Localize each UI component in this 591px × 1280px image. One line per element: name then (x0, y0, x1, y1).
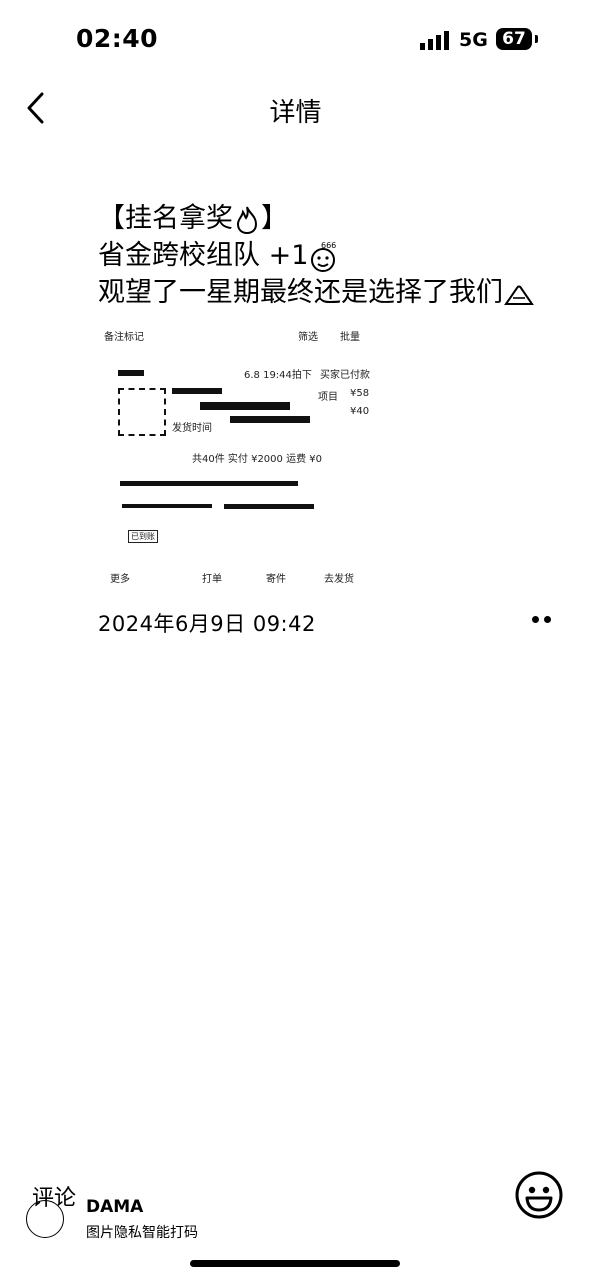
post-line-1-end: 】 (261, 203, 288, 234)
emoji-icon[interactable] (514, 1170, 564, 1220)
redaction (120, 481, 298, 486)
shot-btn-more: 更多 (110, 574, 130, 585)
shot-batch: 批量 (340, 332, 360, 343)
hand-icon (504, 285, 534, 305)
redaction (200, 402, 290, 410)
post-line-1: 【挂名拿奖】 (98, 200, 558, 237)
battery-level: 67 (502, 29, 526, 49)
shot-tag: 已到账 (128, 530, 158, 543)
post-date: 2024年6月9日 09:42 (98, 612, 316, 636)
home-indicator (190, 1260, 400, 1267)
shot-remark: 备注标记 (104, 332, 144, 343)
network-type: 5G (459, 29, 488, 51)
shot-order-status: 买家已付款 (320, 370, 370, 381)
shot-item: 项目 (318, 392, 338, 403)
post-line-1-text: 【挂名拿奖 (98, 203, 233, 234)
redaction (118, 370, 144, 376)
shot-price-2: ¥40 (350, 406, 370, 417)
redaction (224, 504, 314, 509)
comment-avatar-circle[interactable] (26, 1200, 64, 1238)
svg-text:666: 666 (321, 241, 336, 250)
post-line-3: 观望了一星期最终还是选择了我们 (98, 274, 558, 311)
post-body: 【挂名拿奖】 省金跨校组队 +1 666 观望了一星期最终还是选择了我们 (98, 200, 558, 311)
fire-icon (236, 206, 258, 234)
post-line-2: 省金跨校组队 +1 666 (98, 237, 558, 274)
battery-icon: 67 (496, 28, 532, 50)
battery-tip (535, 35, 538, 43)
post-line-3-text: 观望了一星期最终还是选择了我们 (98, 277, 503, 308)
redaction (172, 388, 222, 394)
cellular-signal-icon (420, 30, 449, 50)
shot-order-time: 6.8 19:44拍下 (244, 370, 312, 381)
shot-ship-time: 发货时间 (172, 423, 212, 434)
shot-btn-print: 打单 (202, 574, 222, 585)
shot-totals: 共40件 实付 ¥2000 运费 ¥0 (192, 454, 322, 465)
emoji-666-icon: 666 (311, 241, 337, 272)
shot-btn-send: 寄件 (266, 574, 286, 585)
product-thumbnail (118, 388, 166, 436)
post-image[interactable]: 备注标记 筛选 批量 6.8 19:44拍下 买家已付款 项目 ¥58 ¥40 … (100, 318, 380, 593)
redaction (122, 504, 212, 508)
shot-btn-ship: 去发货 (324, 574, 354, 585)
redaction (230, 416, 310, 423)
status-time: 02:40 (76, 24, 159, 53)
shot-price-1: ¥58 (350, 388, 370, 399)
page-title: 详情 (269, 98, 322, 128)
watermark-subtitle: 图片隐私智能打码 (86, 1225, 198, 1241)
shot-filter: 筛选 (298, 332, 318, 343)
more-options-icon[interactable] (532, 616, 551, 623)
watermark-title: DAMA (86, 1197, 144, 1217)
post-line-2-text: 省金跨校组队 +1 (98, 240, 309, 271)
